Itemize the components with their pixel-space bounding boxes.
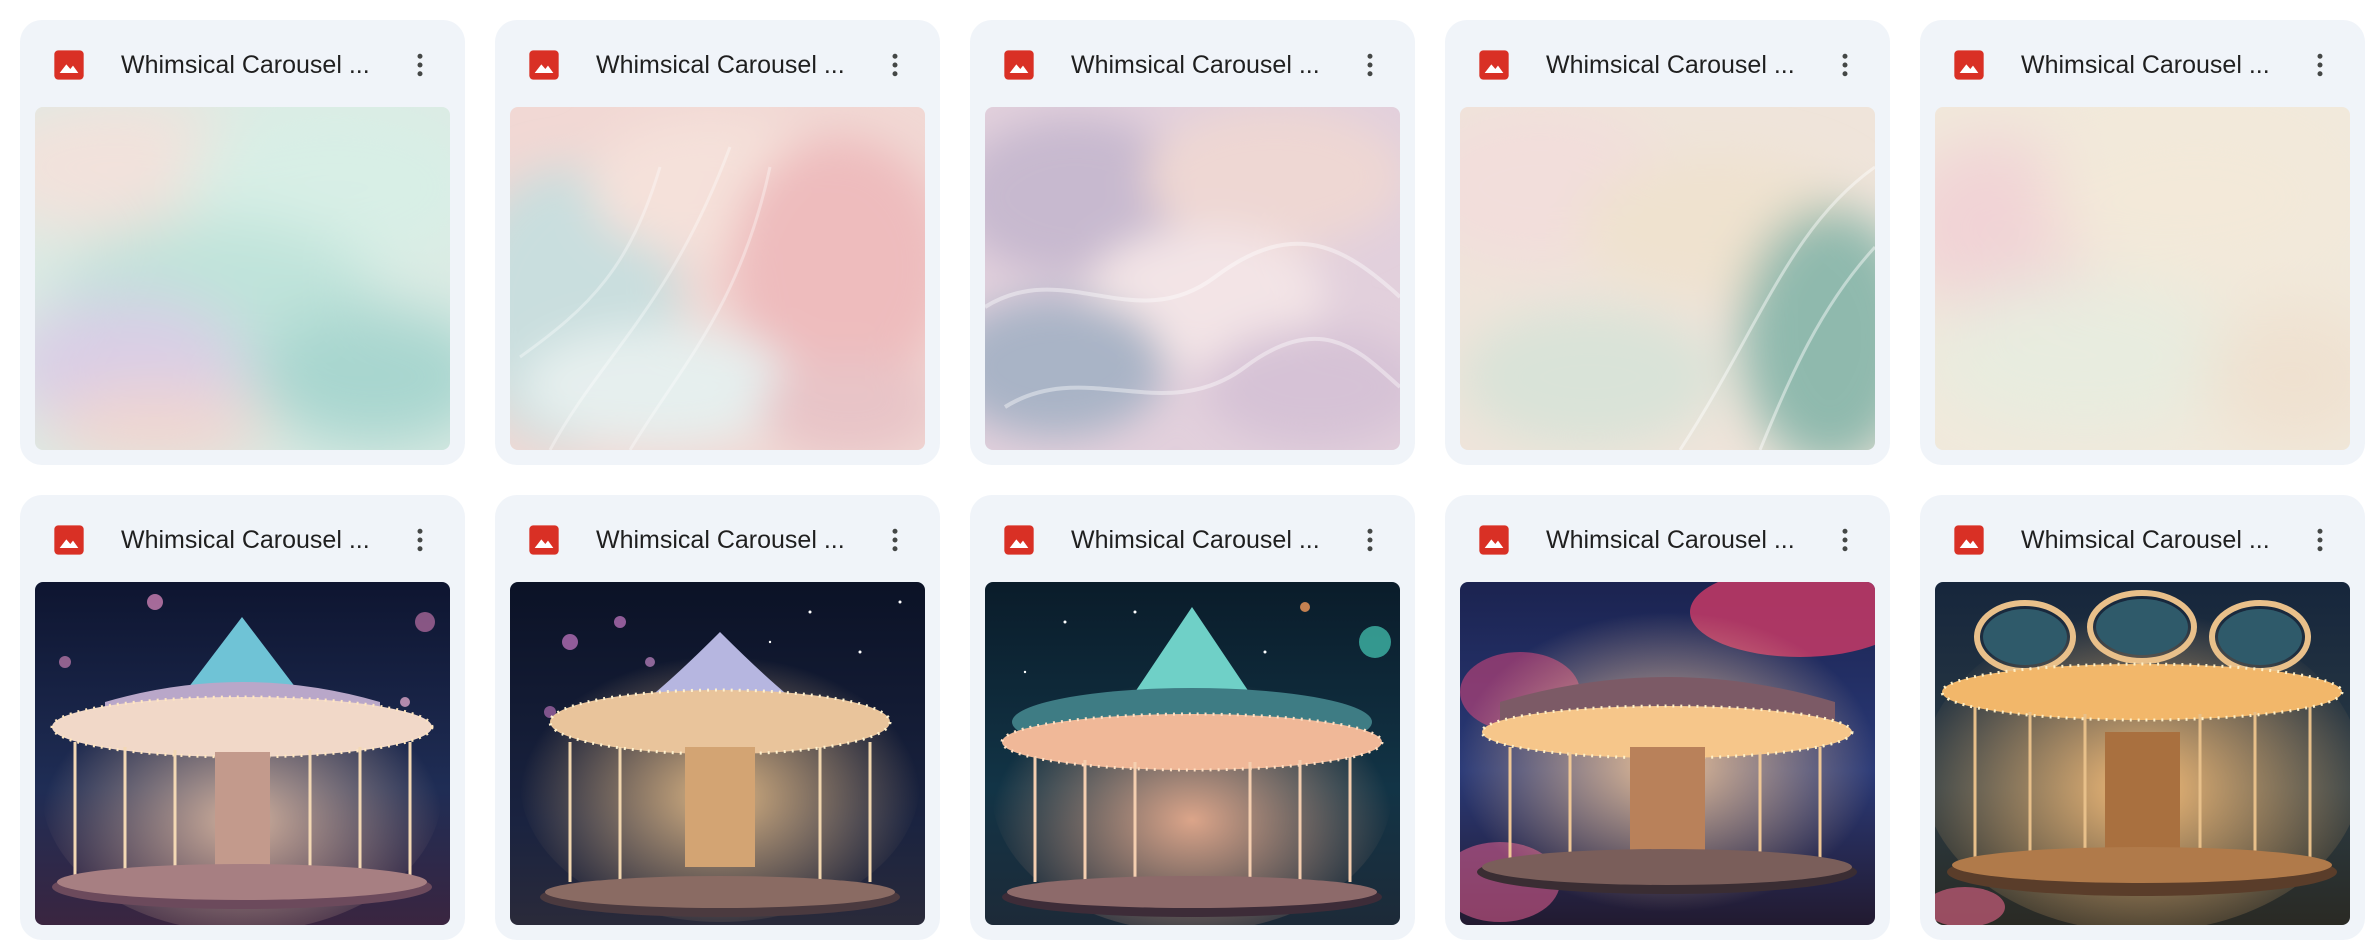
more-options-icon[interactable] [874,44,916,86]
file-name: Whimsical Carousel ... [2021,526,2270,554]
more-options-icon[interactable] [874,519,916,561]
file-name: Whimsical Carousel ... [2021,51,2270,79]
image-file-icon [1953,49,1985,81]
more-options-icon[interactable] [1824,44,1866,86]
file-thumbnail[interactable] [1460,582,1875,925]
file-name: Whimsical Carousel ... [1071,526,1320,554]
file-card[interactable]: Whimsical Carousel ... [1445,495,1890,940]
file-card-header: Whimsical Carousel ... [1920,495,2365,581]
file-card-header: Whimsical Carousel ... [495,495,940,581]
file-card[interactable]: Whimsical Carousel ... [970,495,1415,940]
file-thumbnail[interactable] [985,582,1400,925]
image-file-icon [1478,524,1510,556]
file-thumbnail[interactable] [1460,107,1875,450]
file-card[interactable]: Whimsical Carousel ... [495,495,940,940]
file-card-header: Whimsical Carousel ... [1445,495,1890,581]
file-card-header: Whimsical Carousel ... [495,20,940,106]
more-options-icon[interactable] [1824,519,1866,561]
file-card[interactable]: Whimsical Carousel ... [495,20,940,465]
file-card-header: Whimsical Carousel ... [970,20,1415,106]
file-grid: Whimsical Carousel ... Whimsical Carouse… [20,20,2365,940]
file-name: Whimsical Carousel ... [121,526,370,554]
file-card-header: Whimsical Carousel ... [20,495,465,581]
file-thumbnail[interactable] [510,582,925,925]
more-options-icon[interactable] [1349,519,1391,561]
image-file-icon [1953,524,1985,556]
more-options-icon[interactable] [2299,44,2341,86]
file-name: Whimsical Carousel ... [596,51,845,79]
file-card[interactable]: Whimsical Carousel ... [1920,20,2365,465]
file-name: Whimsical Carousel ... [1071,51,1320,79]
file-name: Whimsical Carousel ... [596,526,845,554]
file-card[interactable]: Whimsical Carousel ... [20,20,465,465]
file-name: Whimsical Carousel ... [1546,51,1795,79]
file-card[interactable]: Whimsical Carousel ... [970,20,1415,465]
more-options-icon[interactable] [399,44,441,86]
file-thumbnail[interactable] [35,582,450,925]
file-thumbnail[interactable] [35,107,450,450]
image-file-icon [53,524,85,556]
more-options-icon[interactable] [2299,519,2341,561]
file-thumbnail[interactable] [1935,582,2350,925]
file-card[interactable]: Whimsical Carousel ... [20,495,465,940]
image-file-icon [1003,524,1035,556]
more-options-icon[interactable] [1349,44,1391,86]
more-options-icon[interactable] [399,519,441,561]
image-file-icon [1003,49,1035,81]
image-file-icon [528,524,560,556]
file-card[interactable]: Whimsical Carousel ... [1445,20,1890,465]
image-file-icon [1478,49,1510,81]
file-thumbnail[interactable] [985,107,1400,450]
file-card-header: Whimsical Carousel ... [970,495,1415,581]
file-card-header: Whimsical Carousel ... [1920,20,2365,106]
file-name: Whimsical Carousel ... [121,51,370,79]
image-file-icon [53,49,85,81]
image-file-icon [528,49,560,81]
file-name: Whimsical Carousel ... [1546,526,1795,554]
file-thumbnail[interactable] [1935,107,2350,450]
file-card[interactable]: Whimsical Carousel ... [1920,495,2365,940]
file-card-header: Whimsical Carousel ... [1445,20,1890,106]
file-thumbnail[interactable] [510,107,925,450]
file-card-header: Whimsical Carousel ... [20,20,465,106]
